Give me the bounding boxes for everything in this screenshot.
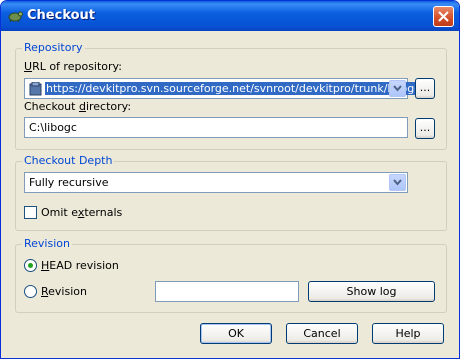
checkout-dialog: Checkout Repository URL of repository: h… (0, 0, 460, 359)
head-revision-label[interactable]: HEAD revision (41, 259, 119, 272)
show-log-button[interactable]: Show log (308, 281, 435, 302)
depth-dropdown-button[interactable] (389, 174, 406, 191)
help-button[interactable]: Help (372, 323, 444, 344)
directory-browse-button[interactable]: ... (415, 118, 435, 139)
ok-button[interactable]: OK (200, 323, 272, 344)
checkout-directory-value: C:\libogc (29, 121, 77, 134)
depth-combobox[interactable]: Fully recursive (24, 172, 408, 193)
revision-group: Revision (15, 237, 447, 313)
repository-icon (29, 82, 42, 96)
url-label: URL of repository: (24, 60, 122, 73)
url-value[interactable]: https://devkitpro.svn.sourceforge.net/sv… (45, 82, 422, 95)
checkout-directory-input[interactable]: C:\libogc (24, 117, 408, 138)
chevron-down-icon (393, 85, 402, 92)
repository-group-label: Repository (22, 41, 85, 54)
tortoise-icon (8, 11, 23, 23)
revision-group-label: Revision (22, 237, 72, 250)
checkout-depth-group-label: Checkout Depth (22, 154, 115, 167)
revision-label[interactable]: Revision (41, 285, 87, 298)
chevron-down-icon (393, 179, 402, 186)
omit-externals-checkbox[interactable] (24, 206, 37, 219)
omit-externals-label[interactable]: Omit externals (41, 206, 122, 219)
url-browse-button[interactable]: ... (415, 78, 435, 99)
url-dropdown-button[interactable] (389, 80, 406, 97)
url-combobox[interactable]: https://devkitpro.svn.sourceforge.net/sv… (24, 78, 422, 99)
depth-selected-value: Fully recursive (29, 176, 109, 189)
close-button[interactable] (433, 6, 454, 27)
window-title: Checkout (27, 8, 96, 23)
close-icon (438, 11, 449, 22)
revision-number-input[interactable] (155, 281, 299, 302)
cancel-button[interactable]: Cancel (286, 323, 358, 344)
head-revision-radio[interactable] (24, 259, 37, 272)
title-bar[interactable]: Checkout (1, 1, 459, 31)
revision-radio[interactable] (24, 285, 37, 298)
checkout-directory-label: Checkout directory: (24, 100, 132, 113)
